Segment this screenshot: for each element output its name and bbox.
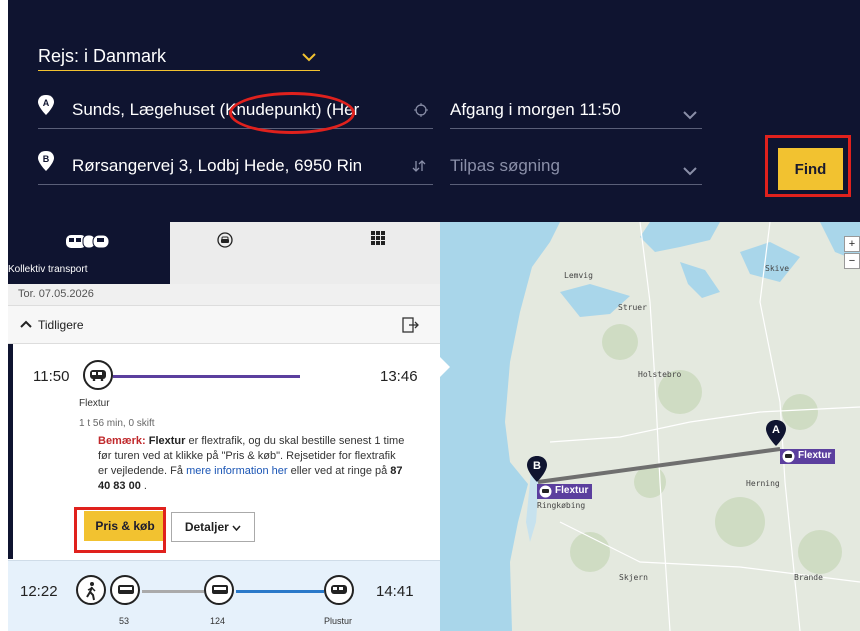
trip2-depart-time: 12:22 [20, 583, 58, 600]
chevron-down-icon[interactable] [301, 52, 317, 62]
svg-text:A: A [772, 424, 780, 436]
from-marker-icon: A [38, 95, 54, 115]
earlier-label: Tidligere [38, 318, 84, 332]
svg-text:B: B [43, 154, 50, 164]
scope-select[interactable]: Rejs: i Danmark [38, 46, 166, 67]
trip2-transfer-line [142, 590, 204, 593]
tab-public-transport-label: Kollektiv transport [8, 264, 88, 275]
highlight-find [765, 135, 851, 197]
flextur-tag-b-label: Flextur [555, 485, 589, 496]
options-underline [450, 184, 702, 185]
flextur-tag-b: Flextur [537, 484, 593, 499]
chevron-down-icon[interactable] [682, 110, 698, 120]
flextur-notice: Bemærk: Flextur er flextrafik, og du ska… [98, 434, 408, 494]
details-label: Detaljer [184, 520, 229, 534]
trip2-route-line [236, 590, 324, 593]
trip2-leg-3: Plustur [324, 616, 353, 626]
export-icon[interactable] [402, 317, 420, 333]
trip1-depart-time: 11:50 [33, 368, 70, 385]
car-icon [217, 232, 233, 248]
marker-a-icon[interactable]: A [765, 419, 787, 447]
travel-date: Tor. 07.05.2026 [18, 288, 94, 300]
svg-text:A: A [43, 98, 50, 108]
earlier-trips-toggle[interactable]: Tidligere [8, 306, 440, 344]
from-underline [38, 128, 433, 129]
chevron-down-icon[interactable] [682, 166, 698, 176]
trip1-arrive-time: 13:46 [380, 368, 418, 385]
notice-end: . [140, 480, 147, 492]
date-header: Tor. 07.05.2026 [8, 284, 440, 306]
trip2-leg-2: 124 [210, 616, 226, 626]
grid-icon [371, 231, 385, 245]
trip1-duration: 1 t 56 min, 0 skift [79, 418, 155, 429]
svg-text:B: B [533, 460, 541, 472]
trip1-route-line [113, 375, 300, 378]
to-input[interactable]: Rørsangervej 3, Lodbj Hede, 6950 Rin [72, 156, 402, 176]
zoom-in-button[interactable]: + [844, 236, 860, 252]
notice-text-2: eller ved at ringe på [287, 465, 391, 477]
bus-icon [110, 575, 140, 605]
departure-underline [450, 128, 702, 129]
notice-mode: Flextur [148, 435, 186, 447]
trip-card-2[interactable]: 12:22 14:41 53 124 Plustur [8, 560, 440, 631]
plustur-bus-icon [324, 575, 354, 605]
route-map[interactable]: Lemvig Struer Skive Holstebro Herning Ri… [440, 222, 860, 631]
to-underline [38, 184, 433, 185]
notice-label: Bemærk: [98, 435, 146, 447]
departure-select[interactable]: Afgang i morgen 11:50 [450, 100, 621, 120]
search-panel: Rejs: i Danmark A Sunds, Lægehuset (Knud… [8, 0, 860, 222]
flextur-tag-a: Flextur [780, 449, 836, 464]
walk-icon [76, 575, 106, 605]
highlight-price-buy [74, 507, 166, 553]
bus-icon [204, 575, 234, 605]
search-options-select[interactable]: Tilpas søgning [450, 156, 560, 176]
zoom-out-button[interactable]: − [844, 253, 860, 269]
trip2-leg-1: 53 [119, 616, 130, 626]
tab-car[interactable] [170, 222, 278, 284]
panel-pointer [440, 357, 450, 377]
journey-planner: Rejs: i Danmark A Sunds, Lægehuset (Knud… [0, 0, 860, 631]
tab-more[interactable] [278, 222, 440, 284]
scope-underline [38, 70, 320, 71]
bus-icon [782, 450, 795, 463]
locate-icon[interactable] [414, 103, 428, 117]
swap-icon[interactable] [411, 158, 427, 174]
to-marker-icon: B [38, 151, 54, 171]
details-button[interactable]: Detaljer [171, 512, 255, 542]
results-panel: Kollektiv transport Tor. 07.05.2026 Tidl… [8, 222, 440, 631]
trip2-arrive-time: 14:41 [376, 583, 414, 600]
tab-public-transport[interactable]: Kollektiv transport [8, 222, 170, 284]
mode-tabs: Kollektiv transport [8, 222, 440, 284]
chevron-down-icon [232, 525, 241, 531]
bus-train-icon [66, 234, 110, 249]
trip1-mode-label: Flextur [79, 398, 110, 409]
more-info-link[interactable]: mere information her [186, 465, 288, 477]
bus-icon [539, 485, 552, 498]
marker-b-icon[interactable]: B [526, 455, 548, 483]
flextur-bus-icon [83, 360, 113, 390]
route-line [537, 447, 781, 484]
flextur-tag-a-label: Flextur [798, 450, 832, 461]
highlight-knudepunkt [229, 92, 355, 134]
chevron-up-icon [20, 320, 32, 328]
